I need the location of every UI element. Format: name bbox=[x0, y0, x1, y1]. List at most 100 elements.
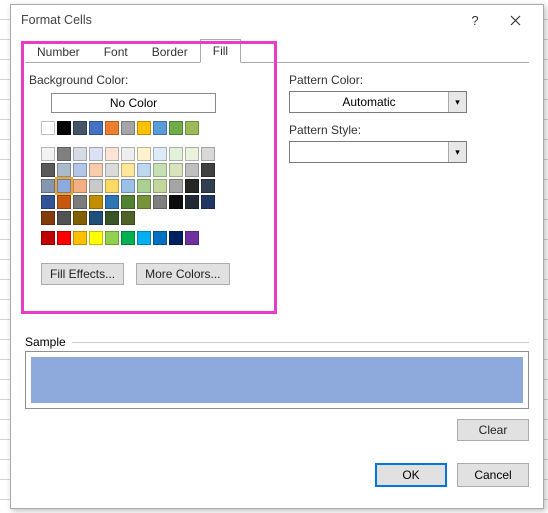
color-swatch[interactable] bbox=[73, 231, 87, 245]
theme-color-row bbox=[41, 121, 221, 135]
color-swatch[interactable] bbox=[89, 121, 103, 135]
color-swatch[interactable] bbox=[41, 231, 55, 245]
color-swatch[interactable] bbox=[41, 147, 55, 161]
dialog-title: Format Cells bbox=[21, 13, 92, 27]
color-swatch[interactable] bbox=[153, 147, 167, 161]
tab-fill[interactable]: Fill bbox=[200, 39, 241, 63]
color-swatch[interactable] bbox=[121, 211, 135, 225]
format-cells-dialog: Format Cells ? NumberFontBorderFill Back… bbox=[10, 4, 544, 509]
tab-border[interactable]: Border bbox=[140, 41, 200, 63]
color-swatch[interactable] bbox=[41, 179, 55, 193]
color-swatch[interactable] bbox=[137, 231, 151, 245]
color-swatch[interactable] bbox=[169, 163, 183, 177]
color-swatch[interactable] bbox=[137, 179, 151, 193]
color-swatch[interactable] bbox=[41, 163, 55, 177]
color-swatch[interactable] bbox=[89, 195, 103, 209]
color-swatch[interactable] bbox=[185, 179, 199, 193]
color-swatch[interactable] bbox=[41, 195, 55, 209]
color-swatch[interactable] bbox=[137, 147, 151, 161]
pattern-color-label: Pattern Color: bbox=[289, 73, 525, 87]
tab-bar: NumberFontBorderFill bbox=[25, 39, 529, 63]
tab-font[interactable]: Font bbox=[92, 41, 140, 63]
color-swatch[interactable] bbox=[153, 231, 167, 245]
color-swatch[interactable] bbox=[121, 179, 135, 193]
color-swatch[interactable] bbox=[185, 121, 199, 135]
color-swatch[interactable] bbox=[73, 211, 87, 225]
color-swatch[interactable] bbox=[73, 179, 87, 193]
close-icon bbox=[510, 15, 521, 26]
close-button[interactable] bbox=[495, 6, 535, 34]
color-swatch[interactable] bbox=[153, 121, 167, 135]
color-swatch[interactable] bbox=[105, 231, 119, 245]
color-swatch[interactable] bbox=[105, 163, 119, 177]
color-swatch[interactable] bbox=[57, 195, 71, 209]
color-swatch[interactable] bbox=[201, 179, 215, 193]
titlebar: Format Cells ? bbox=[11, 5, 543, 35]
color-swatch[interactable] bbox=[89, 231, 103, 245]
background-color-label: Background Color: bbox=[29, 73, 279, 87]
color-swatch[interactable] bbox=[105, 211, 119, 225]
color-swatch[interactable] bbox=[121, 163, 135, 177]
color-swatch[interactable] bbox=[121, 147, 135, 161]
color-swatch[interactable] bbox=[169, 195, 183, 209]
color-swatch[interactable] bbox=[121, 231, 135, 245]
help-button[interactable]: ? bbox=[455, 6, 495, 34]
color-swatch[interactable] bbox=[169, 179, 183, 193]
color-swatch[interactable] bbox=[185, 147, 199, 161]
color-swatch[interactable] bbox=[57, 147, 71, 161]
color-swatch[interactable] bbox=[41, 121, 55, 135]
color-swatch[interactable] bbox=[89, 211, 103, 225]
color-swatch[interactable] bbox=[105, 179, 119, 193]
color-swatch[interactable] bbox=[185, 163, 199, 177]
clear-button[interactable]: Clear bbox=[457, 419, 529, 441]
color-swatch[interactable] bbox=[57, 163, 71, 177]
cancel-button[interactable]: Cancel bbox=[457, 463, 529, 487]
divider bbox=[72, 342, 529, 343]
pattern-color-combo[interactable]: Automatic ▾ bbox=[289, 91, 467, 113]
color-swatch[interactable] bbox=[153, 195, 167, 209]
pattern-style-combo[interactable]: ▾ bbox=[289, 141, 467, 163]
color-swatch[interactable] bbox=[57, 179, 71, 193]
chevron-down-icon: ▾ bbox=[448, 92, 466, 112]
ok-button[interactable]: OK bbox=[375, 463, 447, 487]
no-color-button[interactable]: No Color bbox=[51, 93, 216, 113]
pattern-color-value: Automatic bbox=[290, 92, 448, 112]
color-swatch[interactable] bbox=[185, 231, 199, 245]
color-swatch[interactable] bbox=[169, 147, 183, 161]
more-colors-button[interactable]: More Colors... bbox=[136, 263, 229, 285]
color-swatch[interactable] bbox=[105, 121, 119, 135]
color-swatch[interactable] bbox=[121, 195, 135, 209]
color-swatch[interactable] bbox=[73, 121, 87, 135]
color-swatch[interactable] bbox=[89, 147, 103, 161]
color-swatch[interactable] bbox=[185, 195, 199, 209]
color-swatch[interactable] bbox=[57, 231, 71, 245]
color-swatch[interactable] bbox=[137, 195, 151, 209]
color-swatch[interactable] bbox=[57, 211, 71, 225]
color-swatch[interactable] bbox=[57, 121, 71, 135]
color-swatch[interactable] bbox=[201, 163, 215, 177]
tab-number[interactable]: Number bbox=[25, 41, 92, 63]
color-swatch[interactable] bbox=[137, 163, 151, 177]
sample-preview bbox=[31, 357, 523, 403]
color-swatch[interactable] bbox=[73, 195, 87, 209]
color-swatch[interactable] bbox=[41, 211, 55, 225]
pattern-style-label: Pattern Style: bbox=[289, 123, 525, 137]
color-swatch[interactable] bbox=[89, 179, 103, 193]
color-swatch[interactable] bbox=[73, 163, 87, 177]
color-swatch[interactable] bbox=[201, 147, 215, 161]
theme-shade-grid bbox=[41, 147, 221, 225]
color-swatch[interactable] bbox=[73, 147, 87, 161]
sample-box bbox=[25, 351, 529, 409]
color-swatch[interactable] bbox=[89, 163, 103, 177]
color-swatch[interactable] bbox=[201, 195, 215, 209]
color-swatch[interactable] bbox=[169, 231, 183, 245]
color-swatch[interactable] bbox=[153, 179, 167, 193]
color-swatch[interactable] bbox=[105, 147, 119, 161]
color-swatch[interactable] bbox=[137, 121, 151, 135]
color-swatch[interactable] bbox=[153, 163, 167, 177]
color-swatch[interactable] bbox=[105, 195, 119, 209]
color-swatch[interactable] bbox=[121, 121, 135, 135]
fill-effects-button[interactable]: Fill Effects... bbox=[41, 263, 124, 285]
chevron-down-icon: ▾ bbox=[448, 142, 466, 162]
color-swatch[interactable] bbox=[169, 121, 183, 135]
